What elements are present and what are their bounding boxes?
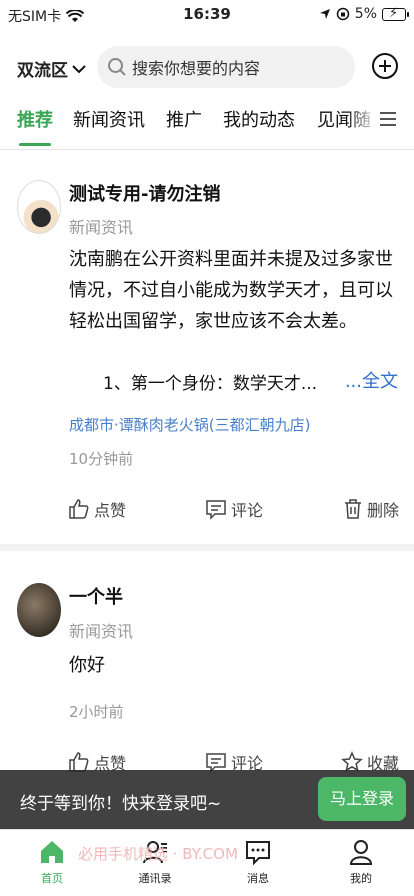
district-selector[interactable]: 双流区	[17, 56, 86, 81]
post-location[interactable]: 成都市·谭酥肉老火锅(三都汇朝九店)	[69, 414, 310, 435]
tab-recommend[interactable]: 推荐	[17, 106, 53, 132]
login-button[interactable]: 马上登录	[318, 777, 406, 821]
tab-fade	[348, 102, 378, 140]
post-source: 新闻资讯	[69, 218, 134, 237]
comment-label: 评论	[231, 501, 264, 520]
thumbs-up-icon	[69, 499, 89, 519]
post-actions: 点赞 评论 删除	[0, 497, 414, 527]
search-input[interactable]: 搜索你想要的内容	[97, 46, 355, 88]
post-author[interactable]: 测试专用-请勿注销	[69, 180, 220, 206]
battery-icon: ⚡	[382, 6, 409, 21]
person-icon	[349, 840, 373, 865]
status-right: 5% ⚡	[319, 6, 409, 22]
post-content: 你好	[69, 655, 105, 676]
add-button[interactable]	[372, 53, 398, 79]
orientation-lock-icon	[336, 7, 350, 21]
tab-my-activity[interactable]: 我的动态	[223, 106, 295, 132]
status-bar: 无SIM卡 16:39 5% ⚡	[0, 0, 414, 30]
post-excerpt: 1、第一个身份：数学天才...	[103, 374, 318, 394]
comment-button[interactable]: 评论	[205, 497, 263, 521]
district-label: 双流区	[17, 61, 68, 81]
post-time: 10分钟前	[69, 450, 134, 468]
tab-news[interactable]: 新闻资讯	[73, 106, 145, 132]
tab-promotion[interactable]: 推广	[166, 106, 202, 132]
delete-label: 删除	[367, 501, 400, 520]
post-separator	[0, 544, 414, 551]
like-label: 点赞	[94, 501, 127, 520]
nav-messages-label: 消息	[247, 872, 269, 885]
login-prompt-banner: 终于等到你！快来登录吧~ 马上登录	[0, 770, 414, 829]
post-source: 新闻资讯	[69, 622, 134, 641]
top-bar: 双流区 搜索你想要的内容	[0, 44, 414, 90]
post-card[interactable]: 测试专用-请勿注销 新闻资讯 沈南鹏在公开资料里面并未提及过多家世情况，不过自小…	[0, 150, 414, 540]
location-arrow-icon	[319, 9, 330, 19]
watermark: 必用手机精选 · BY.COM	[78, 845, 238, 863]
search-icon	[108, 58, 126, 76]
avatar[interactable]	[17, 180, 61, 234]
delete-button[interactable]: 删除	[343, 497, 399, 521]
nav-profile[interactable]: 我的	[331, 838, 391, 886]
home-icon	[41, 841, 63, 863]
search-placeholder: 搜索你想要的内容	[132, 59, 261, 78]
nav-home[interactable]: 首页	[22, 838, 82, 886]
tab-menu-icon[interactable]	[380, 112, 396, 126]
post-card[interactable]: 一个半 新闻资讯 你好 2小时前 点赞 评论 收藏	[0, 551, 414, 781]
active-tab-indicator	[19, 143, 51, 146]
comment-icon	[206, 500, 226, 520]
login-prompt-text: 终于等到你！快来登录吧~	[20, 794, 222, 814]
chevron-down-icon	[72, 64, 86, 73]
category-tabs: 推荐 新闻资讯 推广 我的动态 见闻随	[0, 102, 414, 146]
message-icon	[246, 841, 270, 866]
like-button[interactable]: 点赞	[68, 497, 126, 521]
trash-icon	[345, 499, 361, 519]
full-text-link[interactable]: ...全文	[345, 367, 398, 393]
nav-contacts-label: 通讯录	[138, 872, 172, 885]
avatar[interactable]	[17, 583, 61, 637]
post-author[interactable]: 一个半	[69, 583, 123, 609]
nav-home-label: 首页	[41, 872, 63, 885]
battery-percent: 5%	[354, 6, 377, 22]
nav-profile-label: 我的	[350, 872, 372, 885]
post-time: 2小时前	[69, 703, 124, 721]
post-content: 沈南鹏在公开资料里面并未提及过多家世情况，不过自小能成为数学天才，且可以轻松出国…	[69, 249, 393, 332]
